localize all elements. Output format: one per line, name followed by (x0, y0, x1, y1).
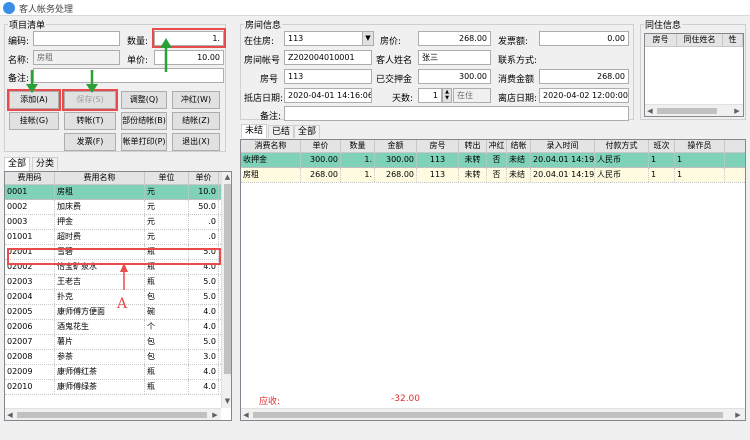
green-arrow-down-icon (86, 70, 98, 93)
annotation-letter: A (117, 296, 128, 312)
green-arrow-up-icon (160, 38, 172, 72)
green-arrow-down-icon (26, 70, 38, 93)
red-arrow-up-icon (120, 263, 128, 290)
annotation-arrows (26, 38, 172, 290)
